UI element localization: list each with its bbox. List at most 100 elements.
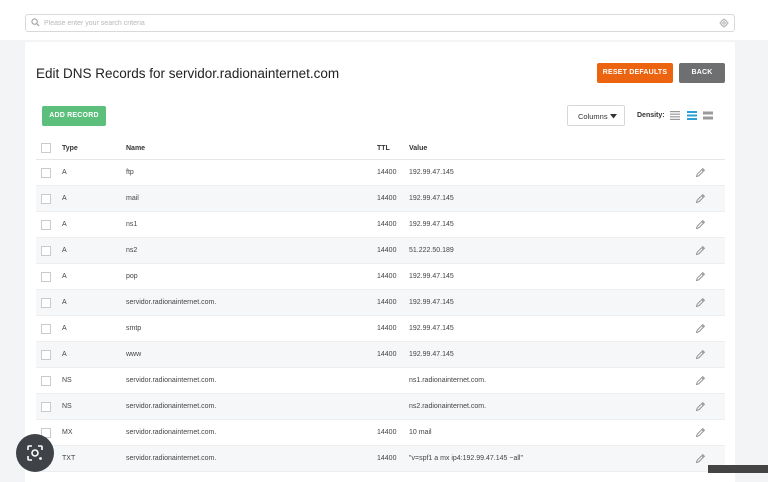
row-checkbox[interactable] <box>41 297 51 308</box>
pencil-icon[interactable] <box>695 427 706 438</box>
pencil-icon[interactable] <box>695 245 706 256</box>
density-compact-icon[interactable] <box>670 111 680 120</box>
pencil-icon[interactable] <box>695 375 706 386</box>
row-select-cell[interactable] <box>36 341 62 368</box>
row-select-cell[interactable] <box>36 289 62 316</box>
row-checkbox[interactable] <box>41 271 51 282</box>
row-select-cell[interactable] <box>36 237 62 264</box>
table-row[interactable]: Aftp 14400 192.99.47.145 <box>36 159 725 186</box>
row-actions <box>695 263 725 290</box>
record-ttl: 14400 <box>377 211 409 238</box>
page-title: Edit DNS Records for servidor.radionaint… <box>36 66 340 81</box>
search-box[interactable] <box>25 14 735 32</box>
reset-defaults-button[interactable]: RESET DEFAULTS <box>597 63 673 83</box>
row-select-cell[interactable] <box>36 211 62 238</box>
pencil-icon[interactable] <box>695 401 706 412</box>
row-checkbox[interactable] <box>41 193 51 204</box>
dns-records-table: Type Name TTL Value Aftp 14400 192.99.47.1… <box>36 137 725 472</box>
record-value: 192.99.47.145 <box>409 341 695 368</box>
top-bar <box>0 0 768 40</box>
row-checkbox[interactable] <box>41 245 51 256</box>
record-name: www <box>126 341 377 368</box>
row-actions <box>695 237 725 264</box>
row-checkbox[interactable] <box>41 349 51 360</box>
record-name: ns1 <box>126 211 377 238</box>
row-checkbox[interactable] <box>41 323 51 334</box>
table-row[interactable]: TXT servidor.radionainternet.com. 14400 "v=… <box>36 445 725 472</box>
pencil-icon[interactable] <box>695 297 706 308</box>
row-checkbox[interactable] <box>41 167 51 178</box>
row-checkbox[interactable] <box>41 401 51 412</box>
pencil-icon[interactable] <box>695 193 706 204</box>
record-type: NS <box>62 367 126 394</box>
row-actions <box>695 159 725 186</box>
pencil-icon[interactable] <box>695 349 706 360</box>
record-ttl: 14400 <box>377 341 409 368</box>
row-select-cell[interactable] <box>36 367 62 394</box>
add-record-button[interactable]: ADD RECORD <box>42 106 106 126</box>
pencil-icon[interactable] <box>695 453 706 464</box>
row-actions <box>695 211 725 238</box>
select-all-checkbox[interactable] <box>41 143 51 153</box>
table-row[interactable]: MX servidor.radionainternet.com. 14400 10 m… <box>36 419 725 446</box>
caret-down-icon <box>610 114 617 119</box>
row-actions <box>695 289 725 316</box>
row-actions <box>695 341 725 368</box>
record-value: 10 mail <box>409 419 695 446</box>
row-select-cell[interactable] <box>36 393 62 420</box>
row-checkbox[interactable] <box>41 375 51 386</box>
row-actions <box>695 185 725 212</box>
table-row[interactable]: Amail 14400 192.99.47.145 <box>36 185 725 212</box>
record-name: pop <box>126 263 377 290</box>
row-select-cell[interactable] <box>36 159 62 186</box>
columns-dropdown[interactable]: Columns <box>567 105 625 126</box>
table-row[interactable]: Ans2 14400 51.222.50.189 <box>36 237 725 264</box>
density-comfortable-icon[interactable] <box>703 111 713 120</box>
header-type[interactable]: Type <box>62 137 126 160</box>
record-ttl: 14400 <box>377 419 409 446</box>
back-button[interactable]: BACK <box>679 63 725 83</box>
header-select-all[interactable] <box>36 137 62 160</box>
record-ttl: 14400 <box>377 315 409 342</box>
record-type: A <box>62 237 126 264</box>
record-type: A <box>62 159 126 186</box>
table-row[interactable]: Aservidor.radionainternet.com. 14400 192.9… <box>36 289 725 316</box>
header-ttl[interactable]: TTL <box>377 137 409 160</box>
row-select-cell[interactable] <box>36 315 62 342</box>
record-type: A <box>62 315 126 342</box>
record-ttl <box>377 393 409 420</box>
row-select-cell[interactable] <box>36 263 62 290</box>
record-value: 192.99.47.145 <box>409 211 695 238</box>
pencil-icon[interactable] <box>695 219 706 230</box>
record-value: 192.99.47.145 <box>409 289 695 316</box>
header-name[interactable]: Name <box>126 137 377 160</box>
table-row[interactable]: Ans1 14400 192.99.47.145 <box>36 211 725 238</box>
columns-label: Columns <box>578 112 608 121</box>
row-checkbox[interactable] <box>41 219 51 230</box>
record-value: ns1.radionainternet.com. <box>409 367 695 394</box>
row-select-cell[interactable] <box>36 185 62 212</box>
pencil-icon[interactable] <box>695 167 706 178</box>
search-input[interactable] <box>44 15 684 31</box>
lens-button[interactable] <box>16 434 54 472</box>
table-header-row: Type Name TTL Value <box>36 137 725 160</box>
table-row[interactable]: NS servidor.radionainternet.com. ns2.radio… <box>36 393 725 420</box>
record-name: servidor.radionainternet.com. <box>126 289 377 316</box>
record-ttl <box>377 367 409 394</box>
record-type: A <box>62 263 126 290</box>
record-value: 192.99.47.145 <box>409 263 695 290</box>
table-row[interactable]: Apop 14400 192.99.47.145 <box>36 263 725 290</box>
table-row[interactable]: NS servidor.radionainternet.com. ns1.radio… <box>36 367 725 394</box>
pencil-icon[interactable] <box>695 271 706 282</box>
density-standard-icon[interactable] <box>687 111 697 120</box>
table-row[interactable]: Awww 14400 192.99.47.145 <box>36 341 725 368</box>
gear-icon[interactable] <box>719 18 729 28</box>
density-label: Density: <box>637 112 665 119</box>
record-value: ns2.radionainternet.com. <box>409 393 695 420</box>
table-row[interactable]: Asmtp 14400 192.99.47.145 <box>36 315 725 342</box>
pencil-icon[interactable] <box>695 323 706 334</box>
record-name: smtp <box>126 315 377 342</box>
header-value[interactable]: Value <box>409 137 695 160</box>
record-name: servidor.radionainternet.com. <box>126 419 377 446</box>
record-name: mail <box>126 185 377 212</box>
